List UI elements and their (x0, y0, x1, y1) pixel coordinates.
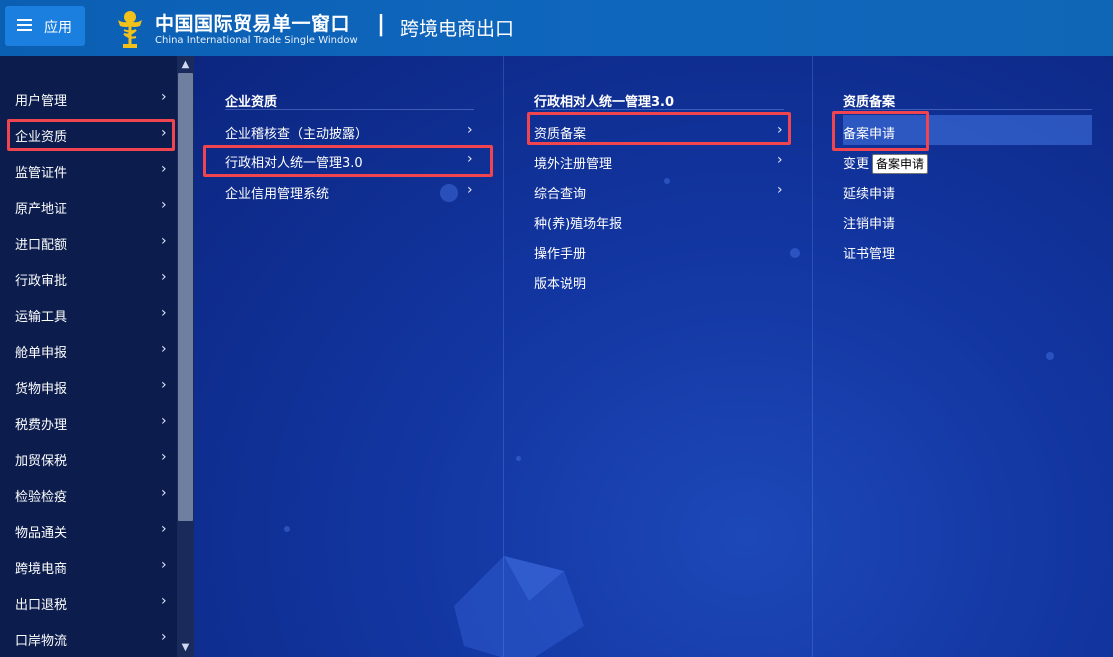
chevron-right-icon: › (161, 269, 167, 285)
menu-item-overseas-registration[interactable]: 境外注册管理 (534, 153, 612, 172)
col2-heading-divider (534, 109, 784, 110)
top-header: 应用 中国国际贸易单一窗口 China International Trade … (0, 0, 1113, 56)
col3-heading-divider (843, 109, 1092, 110)
column-divider (503, 56, 504, 657)
menu-item-operation-manual[interactable]: 操作手册 (534, 243, 586, 262)
col1-heading-divider (225, 109, 474, 110)
sidebar-item-regulatory-certificates[interactable]: 监管证件 › (0, 154, 177, 190)
sidebar-item-export-tax-refund[interactable]: 出口退税 › (0, 586, 177, 622)
sidebar-item-inspection-quarantine[interactable]: 检验检疫 › (0, 478, 177, 514)
sidebar-item-label: 加贸保税 (15, 454, 68, 469)
sidebar-item-label: 监管证件 (15, 166, 68, 181)
sidebar-item-label: 企业资质 (15, 130, 68, 145)
sidebar-item-label: 跨境电商 (15, 562, 68, 577)
sidebar-item-label: 货物申报 (15, 382, 68, 397)
chevron-right-icon: › (161, 629, 167, 645)
chevron-right-icon: › (161, 197, 167, 213)
chevron-right-icon[interactable]: › (777, 182, 783, 198)
triangle-up-icon[interactable]: ▲ (177, 57, 194, 72)
menu-item-renewal-application[interactable]: 延续申请 (843, 183, 895, 202)
sidebar-item-label: 进口配额 (15, 238, 68, 253)
tooltip: 备案申请 (872, 154, 929, 174)
app-menu-label: 应用 (44, 20, 72, 36)
app-menu-button[interactable]: 应用 (5, 6, 85, 46)
chevron-right-icon: › (161, 377, 167, 393)
sidebar-item-port-logistics[interactable]: 口岸物流 › (0, 622, 177, 657)
chevron-right-icon: › (161, 125, 167, 141)
chevron-right-icon[interactable]: › (467, 151, 473, 167)
sidebar-item-article-clearance[interactable]: 物品通关 › (0, 514, 177, 550)
sidebar-item-label: 舱单申报 (15, 346, 68, 361)
sidebar-item-manifest-declaration[interactable]: 舱单申报 › (0, 334, 177, 370)
decor-dot (1046, 352, 1054, 360)
hamburger-icon (17, 19, 32, 32)
sidebar-item-label: 出口退税 (15, 598, 68, 613)
mega-menu-panel: 企业资质 企业稽核查（主动披露） › 行政相对人统一管理3.0 › 企业信用管理… (194, 56, 1113, 657)
chevron-right-icon: › (161, 449, 167, 465)
sidebar-item-processing-trade-bonded[interactable]: 加贸保税 › (0, 442, 177, 478)
brand-title-cn: 中国国际贸易单一窗口 (155, 13, 351, 35)
chevron-right-icon: › (161, 413, 167, 429)
sidebar-item-tax-handling[interactable]: 税费办理 › (0, 406, 177, 442)
chevron-right-icon: › (161, 557, 167, 573)
decor-dot (440, 184, 458, 202)
chevron-right-icon: › (161, 341, 167, 357)
decor-dot (790, 248, 800, 258)
scrollbar-thumb[interactable] (178, 73, 193, 521)
brand-separator: | (377, 12, 386, 37)
chevron-right-icon: › (161, 89, 167, 105)
brand-title-en: China International Trade Single Window (155, 35, 358, 46)
decor-polygon (454, 556, 584, 657)
sidebar-item-label: 物品通关 (15, 526, 68, 541)
chevron-right-icon: › (161, 233, 167, 249)
menu-item-credit-management[interactable]: 企业信用管理系统 (225, 183, 329, 202)
sidebar-item-enterprise-qualification[interactable]: 企业资质 › (0, 118, 177, 154)
column-divider (812, 56, 813, 657)
chevron-right-icon: › (161, 305, 167, 321)
sidebar-item-label: 用户管理 (15, 94, 68, 109)
sidebar-item-label: 税费办理 (15, 418, 68, 433)
sidebar-item-administrative-approval[interactable]: 行政审批 › (0, 262, 177, 298)
menu-item-cancellation-application[interactable]: 注销申请 (843, 213, 895, 232)
menu-item-enterprise-audit[interactable]: 企业稽核查（主动披露） (225, 123, 368, 142)
chevron-right-icon: › (161, 485, 167, 501)
sidebar-item-cross-border-ecommerce[interactable]: 跨境电商 › (0, 550, 177, 586)
sidebar-item-label: 行政审批 (15, 274, 68, 289)
sidebar-item-label: 检验检疫 (15, 490, 68, 505)
chevron-right-icon[interactable]: › (777, 122, 783, 138)
menu-item-admin-counterpart-3-0[interactable]: 行政相对人统一管理3.0 (225, 152, 363, 171)
sidebar-scrollbar[interactable]: ▲ ▼ (177, 56, 194, 657)
sidebar-item-label: 运输工具 (15, 310, 68, 325)
col2-heading: 行政相对人统一管理3.0 (534, 95, 675, 110)
menu-item-filing-application[interactable]: 备案申请 (843, 123, 895, 142)
customs-emblem-icon (118, 11, 142, 48)
menu-item-farm-annual-report[interactable]: 种(养)殖场年报 (534, 213, 622, 232)
sidebar-item-user-management[interactable]: 用户管理 › (0, 82, 177, 118)
channel-title: 跨境电商出口 (400, 18, 515, 40)
menu-item-comprehensive-query[interactable]: 综合查询 (534, 183, 586, 202)
chevron-right-icon[interactable]: › (467, 122, 473, 138)
decor-dot (664, 178, 670, 184)
chevron-right-icon[interactable]: › (467, 182, 473, 198)
chevron-right-icon: › (161, 161, 167, 177)
sidebar-item-label: 原产地证 (15, 202, 68, 217)
sidebar-item-label: 口岸物流 (15, 634, 68, 649)
chevron-right-icon[interactable]: › (777, 152, 783, 168)
triangle-down-icon[interactable]: ▼ (177, 640, 194, 655)
sidebar-item-goods-declaration[interactable]: 货物申报 › (0, 370, 177, 406)
sidebar-item-transport-vehicles[interactable]: 运输工具 › (0, 298, 177, 334)
sidebar-item-certificate-of-origin[interactable]: 原产地证 › (0, 190, 177, 226)
chevron-right-icon: › (161, 593, 167, 609)
left-sidebar: 用户管理 › 企业资质 › 监管证件 › 原产地证 › 进口配额 › 行政审批 … (0, 56, 177, 657)
chevron-right-icon: › (161, 521, 167, 537)
col3-heading: 资质备案 (843, 95, 896, 110)
decor-dot (516, 456, 521, 461)
menu-item-certificate-management[interactable]: 证书管理 (843, 243, 895, 262)
decor-dot (284, 526, 290, 532)
menu-item-version-notes[interactable]: 版本说明 (534, 273, 586, 292)
menu-item-qualification-filing[interactable]: 资质备案 (534, 123, 586, 142)
sidebar-item-import-quota[interactable]: 进口配额 › (0, 226, 177, 262)
col1-heading: 企业资质 (225, 95, 278, 110)
menu-item-change[interactable]: 变更 (843, 153, 869, 172)
